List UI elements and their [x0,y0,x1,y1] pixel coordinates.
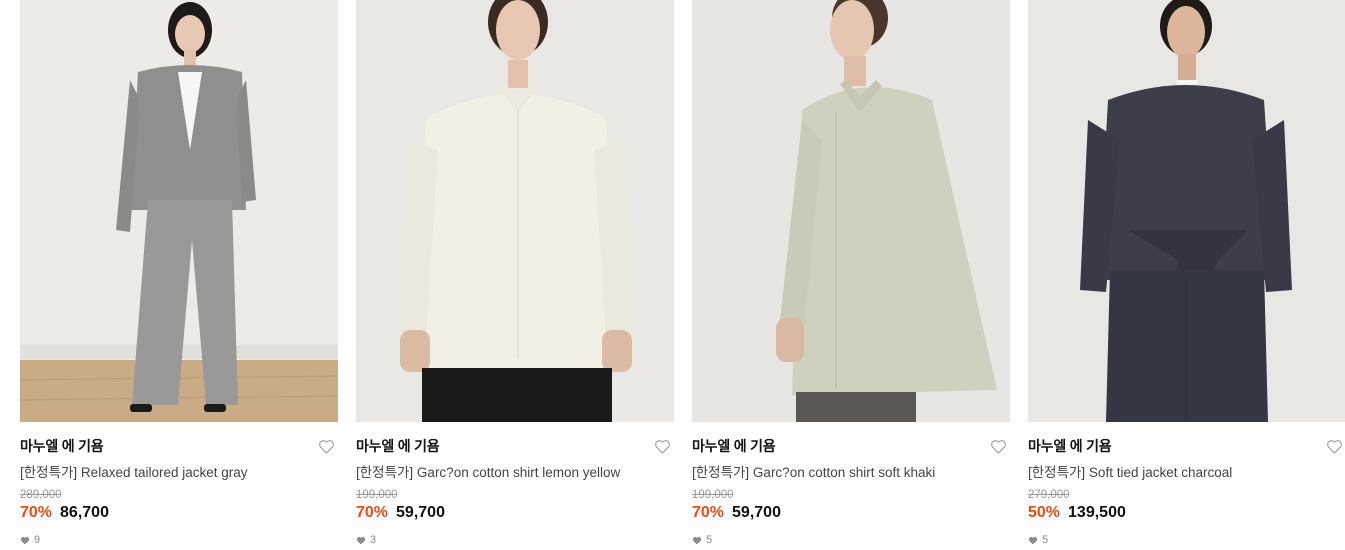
like-count-value: 5 [1042,534,1049,546]
sale-price: 59,700 [396,504,445,521]
discount-rate: 70% [20,504,53,521]
wishlist-heart-icon[interactable] [1324,436,1344,456]
sale-price: 86,700 [60,504,109,521]
product-name[interactable]: [한정특가] Soft tied jacket charcoal [1028,461,1345,481]
like-count-value: 9 [34,534,41,546]
wishlist-heart-icon[interactable] [988,436,1008,456]
brand-name[interactable]: 마누엘 에 기욤 [692,436,776,456]
product-card[interactable]: 마누엘 에 기욤 [한정특가] Garc?on cotton shirt lem… [356,0,674,546]
original-price: 199,000 [692,489,734,501]
product-name[interactable]: [한정특가] Relaxed tailored jacket gray [20,461,338,481]
original-price: 279,000 [1028,489,1070,501]
like-count-value: 3 [370,534,377,546]
product-image[interactable] [356,0,674,422]
brand-name[interactable]: 마누엘 에 기욤 [20,436,104,456]
heart-filled-icon [356,536,366,544]
product-card[interactable]: 마누엘 에 기욤 [한정특가] Soft tied jacket charcoa… [1028,0,1345,546]
sale-price: 139,500 [1068,504,1126,521]
like-count: 5 [1028,534,1345,546]
product-name[interactable]: [한정특가] Garc?on cotton shirt lemon yellow [356,461,674,481]
wishlist-heart-icon[interactable] [652,436,672,456]
product-card[interactable]: 마누엘 에 기욤 [한정특가] Relaxed tailored jacket … [20,0,338,546]
original-price: 289,000 [20,489,62,501]
sale-price: 59,700 [732,504,781,521]
product-image[interactable] [692,0,1010,422]
heart-filled-icon [20,536,30,544]
brand-name[interactable]: 마누엘 에 기욤 [356,436,440,456]
discount-rate: 70% [356,504,389,521]
brand-name[interactable]: 마누엘 에 기욤 [1028,436,1112,456]
product-name[interactable]: [한정특가] Garc?on cotton shirt soft khaki [692,461,1010,481]
heart-filled-icon [1028,536,1038,544]
like-count: 3 [356,534,674,546]
product-grid: 마누엘 에 기욤 [한정특가] Relaxed tailored jacket … [0,0,1345,550]
product-image[interactable] [20,0,338,422]
product-card[interactable]: 마누엘 에 기욤 [한정특가] Garc?on cotton shirt sof… [692,0,1010,546]
product-image[interactable] [1028,0,1345,422]
original-price: 199,000 [356,489,398,501]
like-count: 9 [20,534,338,546]
discount-rate: 70% [692,504,725,521]
heart-filled-icon [692,536,702,544]
wishlist-heart-icon[interactable] [316,436,336,456]
discount-rate: 50% [1028,504,1061,521]
like-count-value: 5 [706,534,713,546]
like-count: 5 [692,534,1010,546]
